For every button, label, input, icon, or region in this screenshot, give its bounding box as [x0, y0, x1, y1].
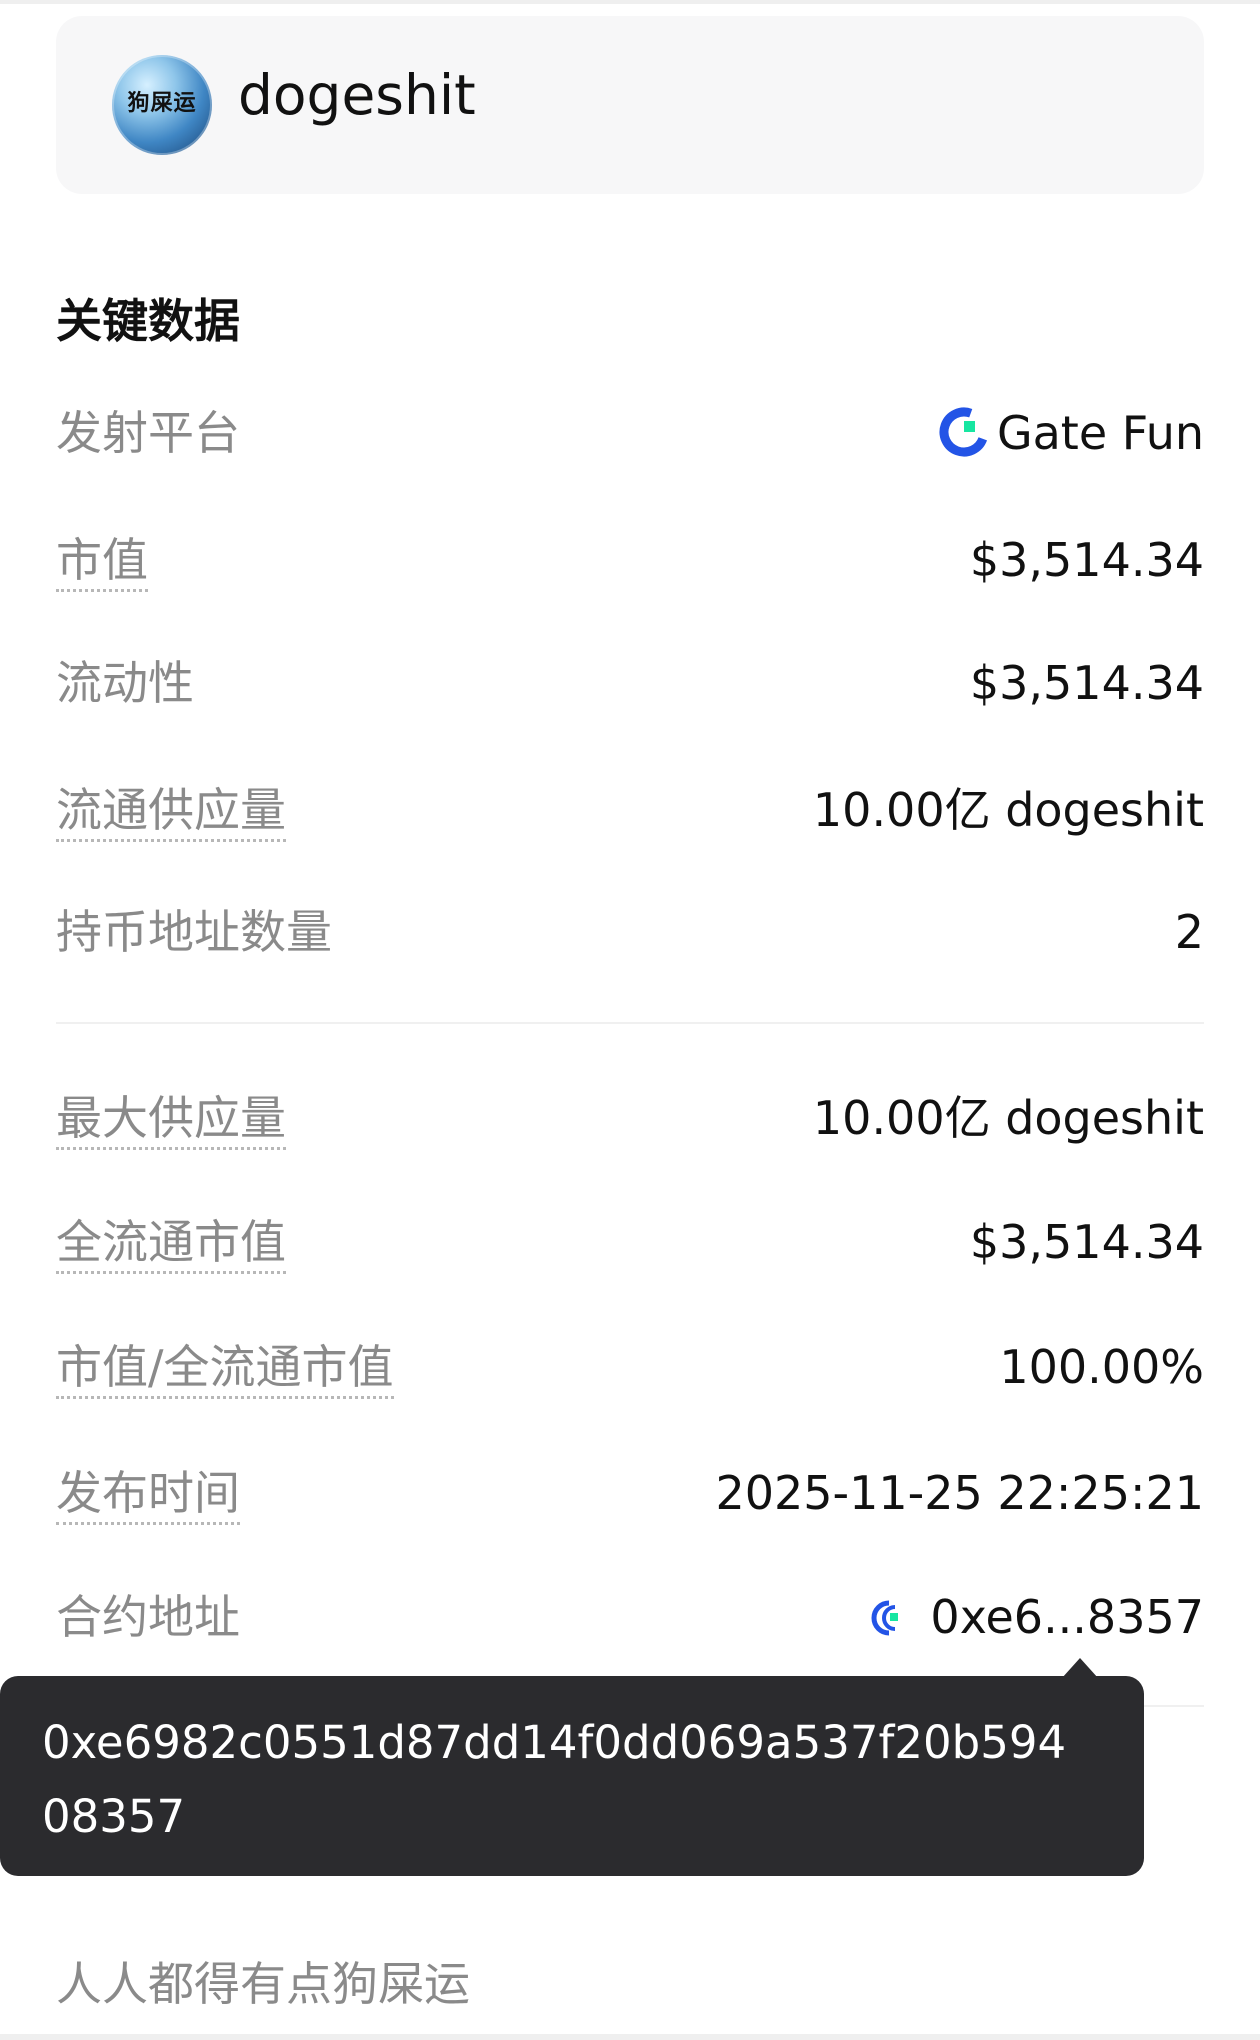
bottom-divider: [0, 2034, 1260, 2040]
fdv-label[interactable]: 全流通市值: [56, 1207, 286, 1277]
tooltip-full-address: 0xe6982c0551d87dd14f0dd069a537f20b594083…: [42, 1716, 1067, 1843]
mc-fdv-ratio-value: 100.00%: [999, 1340, 1204, 1394]
liquidity-value: $3,514.34: [969, 656, 1204, 710]
row-contract-address: 合约地址 0xe6...8357: [56, 1582, 1204, 1652]
launch-platform-value[interactable]: Gate Fun: [939, 398, 1204, 468]
contract-address-tooltip: 0xe6982c0551d87dd14f0dd069a537f20b594083…: [0, 1676, 1144, 1876]
row-liquidity: 流动性 $3,514.34: [56, 648, 1204, 718]
row-market-cap: 市值 $3,514.34: [56, 525, 1204, 595]
row-fdv: 全流通市值 $3,514.34: [56, 1207, 1204, 1277]
row-max-supply: 最大供应量 10.00亿 dogeshit: [56, 1083, 1204, 1153]
token-description: 人人都得有点狗屎运: [56, 1957, 470, 2011]
contract-address-text: 0xe6...8357: [930, 1590, 1204, 1644]
row-holders: 持币地址数量 2: [56, 897, 1204, 967]
market-cap-label[interactable]: 市值: [56, 525, 148, 595]
max-supply-value: 10.00亿 dogeshit: [812, 1091, 1204, 1145]
liquidity-label: 流动性: [56, 656, 194, 710]
contract-address-value[interactable]: 0xe6...8357: [868, 1582, 1204, 1652]
row-circulating-supply: 流通供应量 10.00亿 dogeshit: [56, 775, 1204, 845]
row-launch-platform: 发射平台 Gate Fun: [56, 398, 1204, 468]
section-divider: [56, 1022, 1204, 1024]
contract-address-label: 合约地址: [56, 1590, 240, 1644]
mc-fdv-ratio-label[interactable]: 市值/全流通市值: [56, 1332, 394, 1402]
market-cap-value: $3,514.34: [969, 533, 1204, 587]
avatar-text: 狗屎运: [127, 90, 197, 116]
row-mc-fdv-ratio: 市值/全流通市值 100.00%: [56, 1332, 1204, 1402]
token-header-card[interactable]: 狗屎运 dogeshit: [56, 16, 1204, 194]
circulating-supply-label[interactable]: 流通供应量: [56, 775, 286, 845]
fdv-value: $3,514.34: [969, 1215, 1204, 1269]
release-time-label[interactable]: 发布时间: [56, 1458, 240, 1528]
holders-value: 2: [1174, 905, 1204, 959]
max-supply-label[interactable]: 最大供应量: [56, 1083, 286, 1153]
top-divider: [0, 0, 1260, 4]
row-release-time: 发布时间 2025-11-25 22:25:21: [56, 1458, 1204, 1528]
launch-platform-label: 发射平台: [56, 406, 240, 460]
holders-label: 持币地址数量: [56, 905, 332, 959]
circulating-supply-value: 10.00亿 dogeshit: [812, 783, 1204, 837]
gate-chain-icon: [872, 1600, 899, 1636]
launch-platform-text: Gate Fun: [996, 406, 1204, 460]
key-data-title: 关键数据: [56, 294, 240, 348]
release-time-value: 2025-11-25 22:25:21: [715, 1466, 1204, 1520]
tooltip-arrow: [1062, 1658, 1098, 1678]
token-name: dogeshit: [238, 63, 476, 127]
token-avatar: 狗屎运: [112, 55, 212, 155]
gate-fun-icon: [939, 407, 989, 457]
